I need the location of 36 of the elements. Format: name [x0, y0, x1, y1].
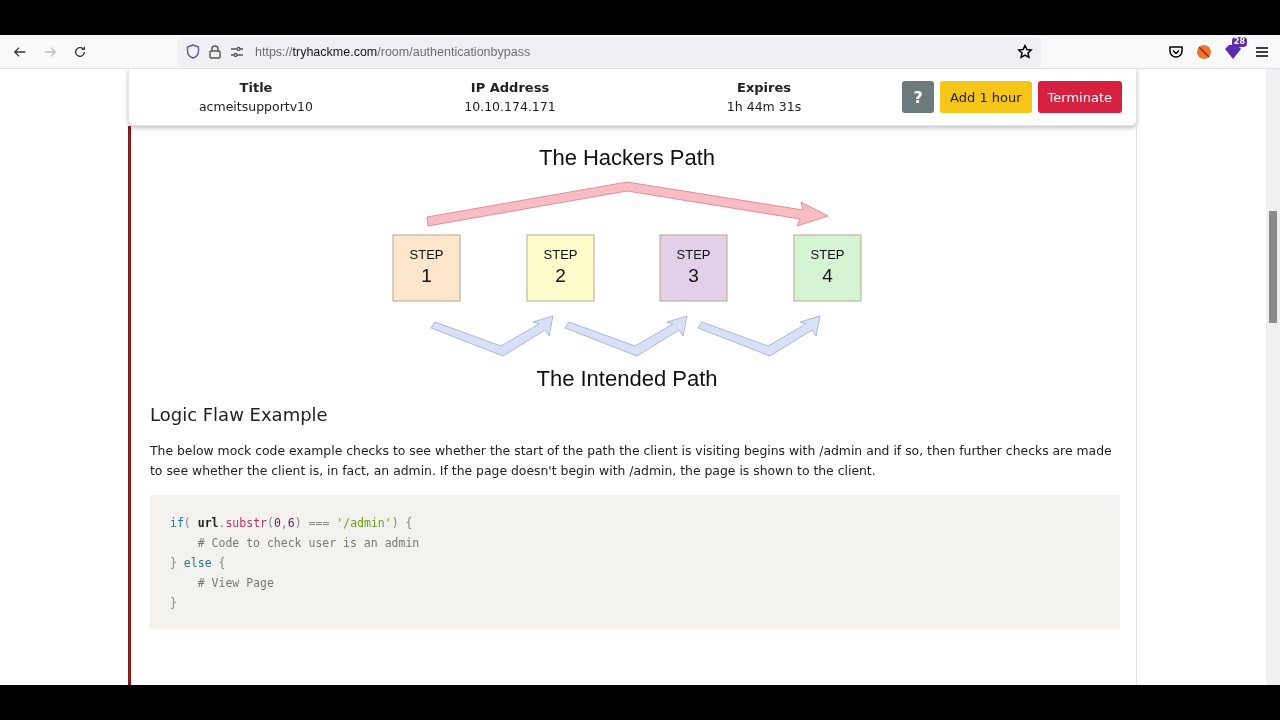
badge: 28: [1231, 36, 1247, 47]
terminate-button[interactable]: Terminate: [1037, 81, 1122, 113]
step-box: STEP 4: [793, 234, 862, 302]
section-heading: Logic Flaw Example: [150, 404, 329, 425]
diagram-title: The Intended Path: [536, 366, 718, 391]
lock-icon: [209, 44, 221, 59]
url-text[interactable]: https://tryhackme.com/room/authenticationbypass: [255, 44, 531, 59]
back-icon[interactable]: [13, 44, 27, 59]
extension-icon[interactable]: [1224, 43, 1242, 60]
paragraph: The below mock code example checks to see whether the start of the path the client is visiting begins with /admin and if so, then further checks are made to see whether the client is, in fact, an admin. If the page doesn't begin with /admin, the page is shown to the client.: [150, 442, 1113, 480]
extension-icon[interactable]: [1196, 43, 1212, 60]
field-value: acmeitsupportv10: [198, 99, 314, 114]
scrollbar-thumb[interactable]: [1269, 211, 1277, 323]
code-line: # View Page: [196, 575, 275, 592]
field-label: Expires: [737, 80, 791, 95]
address-bar[interactable]: https://tryhackme.com/room/authenticationbypass: [178, 36, 1041, 67]
scrollbar[interactable]: [1266, 69, 1280, 685]
field-value: 10.10.174.171: [464, 99, 556, 114]
code-line: } else {: [170, 555, 227, 572]
code-line: # Code to check user is an admin: [196, 535, 421, 552]
field-value: 1h 44m 31s: [726, 99, 802, 114]
code-line: }: [170, 595, 178, 612]
code-line: if( url.substr(0,6) === '/admin') {: [170, 515, 414, 532]
help-button[interactable]: ?: [902, 81, 935, 113]
reload-icon[interactable]: [73, 44, 87, 59]
diagram-title: The Hackers Path: [538, 145, 716, 170]
pocket-icon[interactable]: [1168, 43, 1184, 60]
field-label: IP Address: [470, 80, 550, 95]
step-box: STEP 3: [659, 234, 728, 302]
star-icon[interactable]: [1017, 43, 1033, 60]
step-box: STEP 1: [392, 234, 461, 302]
field-label: Title: [239, 80, 273, 95]
add-time-button[interactable]: Add 1 hour: [940, 81, 1032, 113]
sliders-icon: [230, 45, 244, 58]
step-box: STEP 2: [526, 234, 595, 302]
shield-icon: [186, 44, 200, 59]
